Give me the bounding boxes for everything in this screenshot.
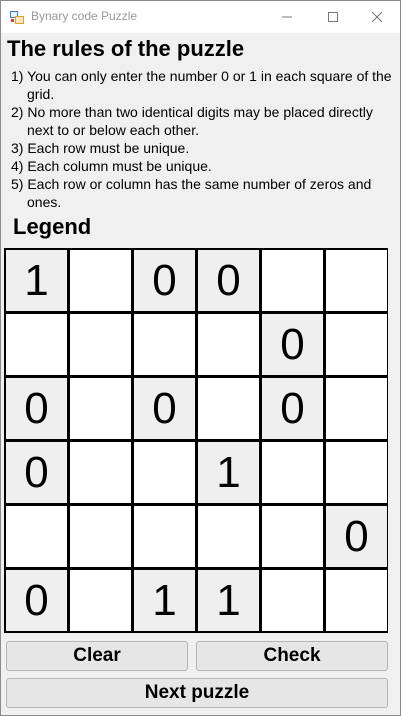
grid-cell-r3-c2[interactable] xyxy=(70,378,131,439)
grid-cell-r2-c3[interactable] xyxy=(134,314,195,375)
close-icon xyxy=(371,11,383,23)
puzzle-grid: 1000000010011 xyxy=(4,248,388,633)
grid-cell-r5-c3[interactable] xyxy=(134,506,195,567)
rule-item-1: 1) You can only enter the number 0 or 1 … xyxy=(11,68,392,102)
grid-cell-r1-c5[interactable] xyxy=(262,250,323,311)
grid-cell-r2-c5[interactable]: 0 xyxy=(262,314,323,375)
app-icon xyxy=(10,11,24,24)
maximize-icon xyxy=(328,12,338,22)
grid-cell-r1-c4[interactable]: 0 xyxy=(198,250,259,311)
minimize-button[interactable] xyxy=(264,1,310,33)
grid-cell-r5-c1[interactable] xyxy=(6,506,67,567)
grid-cell-r2-c6[interactable] xyxy=(326,314,387,375)
grid-cell-r1-c3[interactable]: 0 xyxy=(134,250,195,311)
grid-cell-r6-c6[interactable] xyxy=(326,570,387,631)
grid-cell-r1-c1[interactable]: 1 xyxy=(6,250,67,311)
grid-cell-r3-c1[interactable]: 0 xyxy=(6,378,67,439)
grid-cell-r3-c3[interactable]: 0 xyxy=(134,378,195,439)
check-button[interactable]: Check xyxy=(196,641,388,671)
grid-cell-r2-c4[interactable] xyxy=(198,314,259,375)
grid-cell-r6-c1[interactable]: 0 xyxy=(6,570,67,631)
title-bar: Bynary code Puzzle xyxy=(1,1,400,33)
legend-label: Legend xyxy=(13,214,92,239)
maximize-button[interactable] xyxy=(310,1,356,33)
grid-cell-r3-c6[interactable] xyxy=(326,378,387,439)
clear-button[interactable]: Clear xyxy=(6,641,188,671)
grid-cell-r1-c6[interactable] xyxy=(326,250,387,311)
grid-cell-r6-c3[interactable]: 1 xyxy=(134,570,195,631)
grid-cell-r6-c2[interactable] xyxy=(70,570,131,631)
grid-cell-r4-c1[interactable]: 0 xyxy=(6,442,67,503)
window-title: Bynary code Puzzle xyxy=(31,9,138,23)
rule-item-5: 5) Each row or column has the same numbe… xyxy=(11,176,372,210)
rules-title: The rules of the puzzle xyxy=(7,36,245,61)
grid-cell-r5-c4[interactable] xyxy=(198,506,259,567)
grid-cell-r4-c3[interactable] xyxy=(134,442,195,503)
minimize-icon xyxy=(282,16,292,18)
grid-cell-r3-c5[interactable]: 0 xyxy=(262,378,323,439)
grid-cell-r5-c5[interactable] xyxy=(262,506,323,567)
next-puzzle-button[interactable]: Next puzzle xyxy=(6,678,388,708)
rule-item-4: 4) Each column must be unique. xyxy=(11,158,212,174)
grid-cell-r1-c2[interactable] xyxy=(70,250,131,311)
grid-cell-r6-c4[interactable]: 1 xyxy=(198,570,259,631)
rule-item-2: 2) No more than two identical digits may… xyxy=(11,104,373,138)
grid-cell-r5-c2[interactable] xyxy=(70,506,131,567)
grid-cell-r4-c6[interactable] xyxy=(326,442,387,503)
grid-cell-r4-c5[interactable] xyxy=(262,442,323,503)
grid-cell-r4-c2[interactable] xyxy=(70,442,131,503)
rule-item-3: 3) Each row must be unique. xyxy=(11,140,190,156)
grid-cell-r5-c6[interactable]: 0 xyxy=(326,506,387,567)
app-window: Bynary code Puzzle The rules of the puzz… xyxy=(0,0,401,716)
grid-cell-r2-c1[interactable] xyxy=(6,314,67,375)
grid-cell-r2-c2[interactable] xyxy=(70,314,131,375)
grid-cell-r3-c4[interactable] xyxy=(198,378,259,439)
grid-cell-r4-c4[interactable]: 1 xyxy=(198,442,259,503)
close-button[interactable] xyxy=(354,1,400,33)
grid-cell-r6-c5[interactable] xyxy=(262,570,323,631)
